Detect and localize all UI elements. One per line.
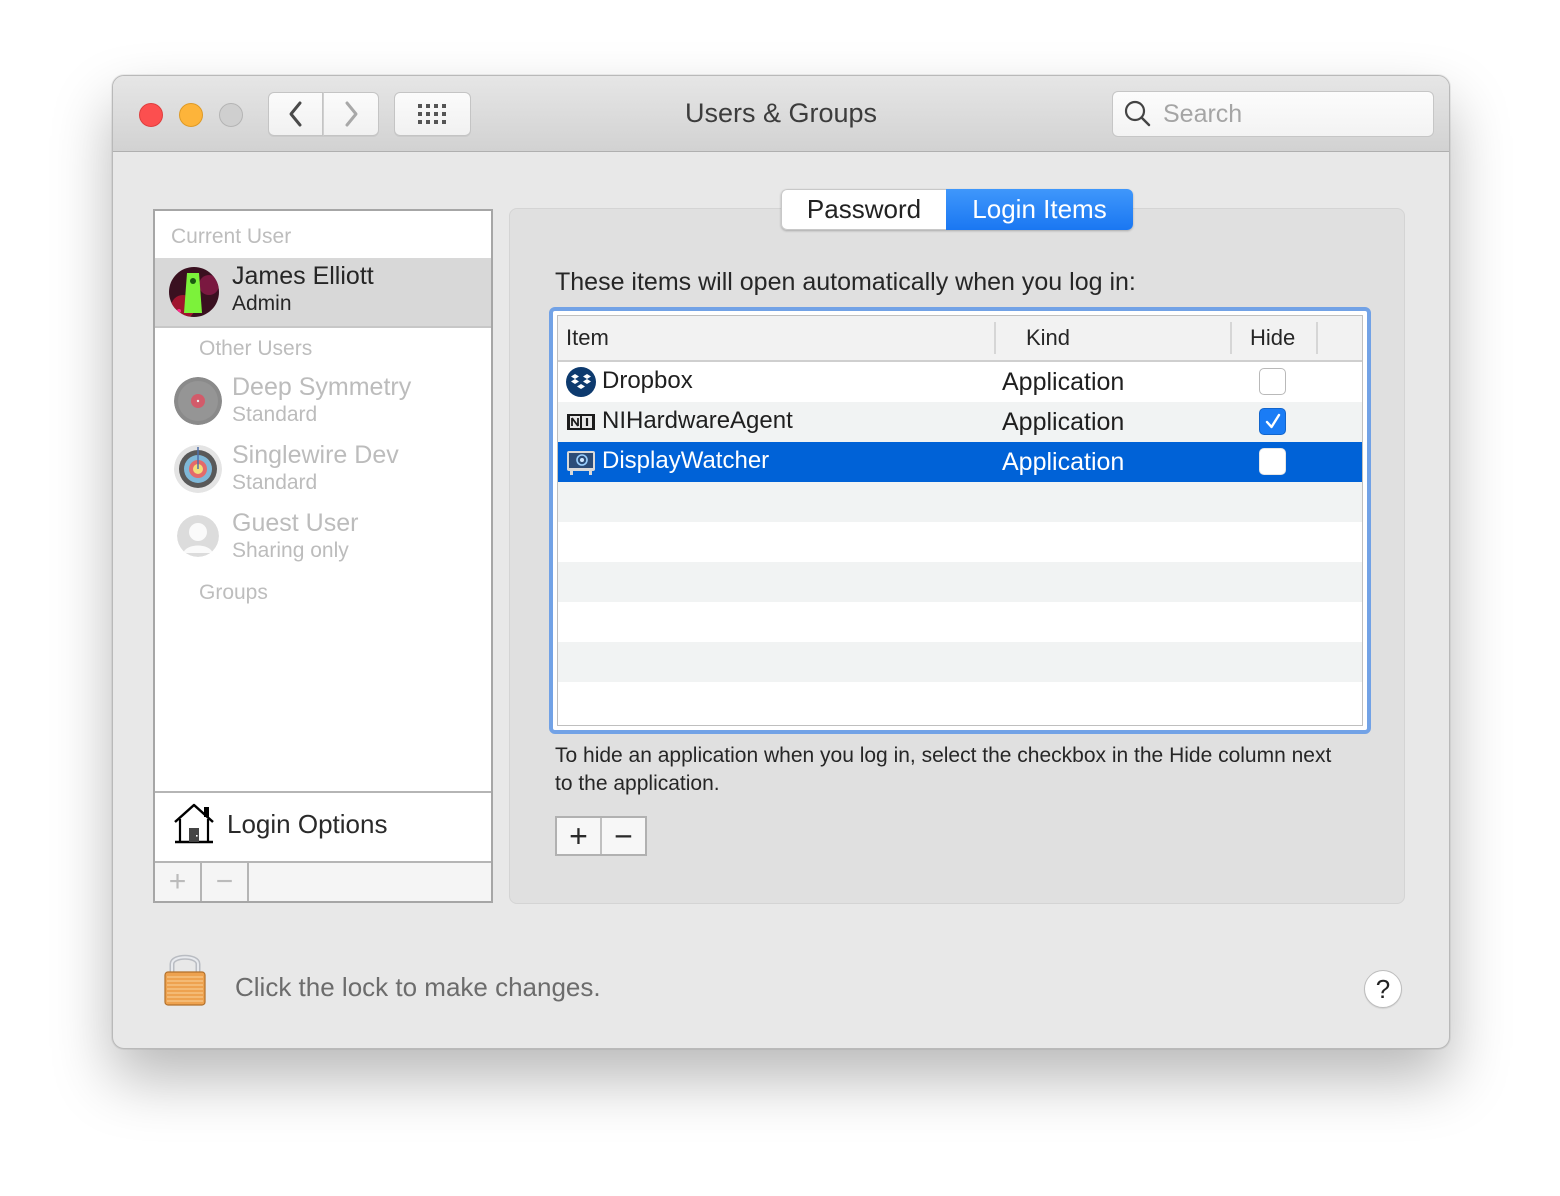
add-user-button[interactable]: + (155, 863, 202, 901)
table-row-selected[interactable]: DisplayWatcher Application (558, 442, 1362, 482)
remove-user-button[interactable]: − (202, 863, 249, 901)
hide-checkbox[interactable] (1259, 448, 1286, 475)
user-name: Guest User (232, 509, 359, 537)
user-role: Standard (232, 403, 318, 426)
column-header-kind[interactable]: Kind (1026, 316, 1070, 360)
remove-login-item-button[interactable]: − (600, 818, 645, 854)
item-name: Dropbox (602, 367, 693, 394)
item-name: NIHardwareAgent (602, 407, 793, 434)
column-separator[interactable] (1230, 322, 1232, 354)
table-header: Item Kind Hide (558, 316, 1362, 362)
sidebar-toolbar: + − (155, 861, 491, 901)
lock-status-text: Click the lock to make changes. (235, 972, 601, 1002)
guest-avatar-icon (177, 515, 219, 557)
target-avatar-icon (174, 445, 222, 493)
lock-icon[interactable] (161, 950, 209, 1008)
login-items-toolbar: + − (555, 816, 647, 856)
empty-row (558, 642, 1362, 682)
title-bar: Users & Groups (113, 76, 1449, 152)
table-row[interactable]: NIHardwareAgent Application (558, 402, 1362, 442)
item-kind: Application (1002, 408, 1125, 436)
user-item[interactable]: Deep Symmetry Standard (155, 371, 491, 439)
tab-bar: Password Login Items (781, 189, 1133, 230)
add-login-item-button[interactable]: + (557, 818, 600, 854)
user-item[interactable]: Guest User Sharing only (155, 507, 491, 575)
column-separator[interactable] (994, 322, 996, 354)
user-name: James Elliott (232, 262, 374, 290)
item-kind: Application (1002, 448, 1125, 476)
display-watcher-icon (567, 451, 595, 475)
house-icon (174, 803, 214, 844)
tab-password[interactable]: Password (781, 189, 946, 230)
item-name: DisplayWatcher (602, 447, 770, 474)
column-separator[interactable] (1316, 322, 1318, 354)
empty-row (558, 562, 1362, 602)
ni-hardware-agent-icon (567, 414, 595, 430)
hide-checkbox[interactable] (1259, 408, 1286, 435)
tab-login-items[interactable]: Login Items (946, 189, 1133, 230)
users-sidebar: Current User James Elliott Admin Other U… (153, 209, 493, 903)
user-item[interactable]: Singlewire Dev Standard (155, 439, 491, 507)
login-items-table[interactable]: Item Kind Hide Dropbox Application NIHar… (549, 307, 1371, 734)
empty-row (558, 522, 1362, 562)
empty-row (558, 602, 1362, 642)
item-kind: Application (1002, 368, 1125, 396)
table-row[interactable]: Dropbox Application (558, 362, 1362, 402)
record-avatar-icon (174, 377, 222, 425)
login-options-label: Login Options (227, 809, 388, 839)
other-users-header: Other Users (199, 337, 313, 360)
empty-row (558, 482, 1362, 522)
user-role: Standard (232, 471, 318, 494)
search-input[interactable] (1161, 98, 1425, 130)
user-photo-icon (169, 267, 219, 317)
login-items-intro: These items will open automatically when… (555, 268, 1136, 296)
users-groups-window: Users & Groups Current User (112, 75, 1450, 1049)
search-icon (1124, 100, 1151, 127)
column-header-hide[interactable]: Hide (1250, 316, 1295, 360)
avatar (169, 267, 219, 317)
login-options-item[interactable]: Login Options (155, 791, 491, 861)
hide-help-text: To hide an application when you log in, … (555, 744, 1332, 795)
groups-header[interactable]: Groups (199, 581, 268, 605)
search-field[interactable] (1112, 91, 1434, 137)
current-user-header: Current User (171, 225, 292, 248)
user-role: Admin (232, 292, 292, 315)
help-button[interactable]: ? (1364, 970, 1402, 1008)
user-name: Deep Symmetry (232, 373, 412, 401)
user-name: Singlewire Dev (232, 441, 399, 469)
dropbox-icon (566, 367, 596, 397)
column-header-item[interactable]: Item (566, 316, 609, 360)
user-item-current[interactable]: James Elliott Admin (155, 258, 491, 328)
empty-row (558, 682, 1362, 722)
hide-checkbox[interactable] (1259, 368, 1286, 395)
user-role: Sharing only (232, 539, 349, 562)
